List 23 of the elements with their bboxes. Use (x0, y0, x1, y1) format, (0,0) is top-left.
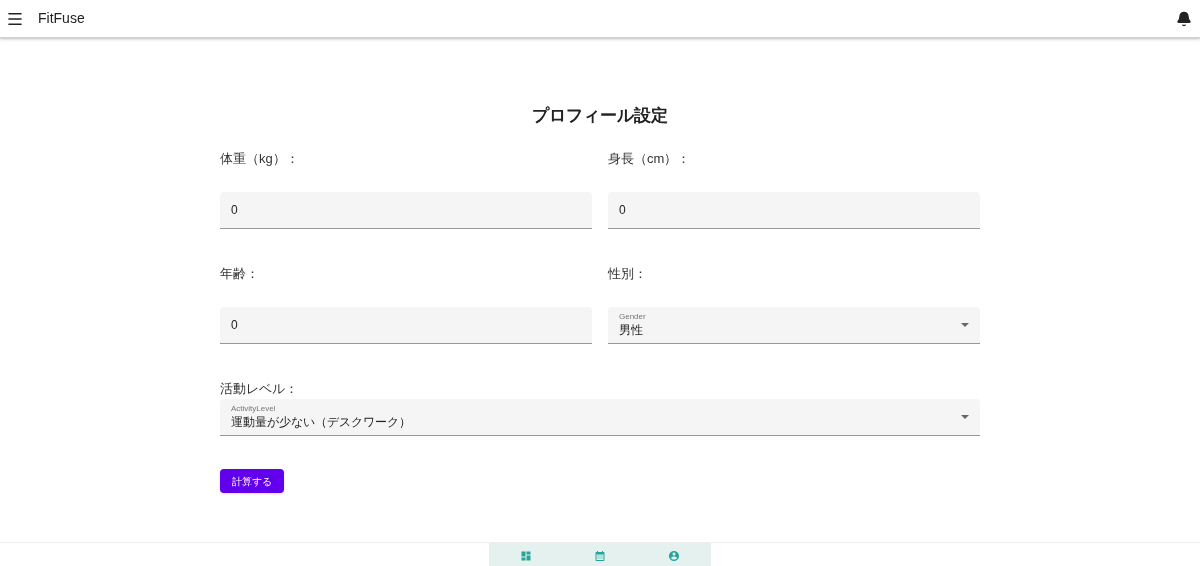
select-field[interactable]: Gender 男性 (608, 306, 980, 344)
field-label: 性別： (608, 265, 648, 283)
page-title: プロフィール設定 (532, 105, 668, 127)
field-label: 身長（cm）： (608, 150, 692, 168)
select-label: ActivityLevel (231, 403, 277, 414)
select-field[interactable]: ActivityLevel 運動量が少ない（デスクワーク） (220, 398, 980, 436)
dropdown-caret-icon (961, 414, 969, 419)
calendar-icon[interactable] (594, 550, 606, 562)
select-value: 運動量が少ない（デスクワーク） (231, 413, 411, 430)
select-value: 男性 (619, 321, 644, 338)
account-icon[interactable] (668, 550, 680, 562)
input-field[interactable]: 0 (608, 191, 980, 229)
input-field[interactable]: 0 (220, 191, 592, 229)
dashboard-icon[interactable] (520, 550, 532, 562)
dropdown-caret-icon (961, 322, 969, 327)
notification-bell-icon[interactable] (1176, 10, 1192, 27)
calculate-button[interactable]: 計算する (220, 469, 284, 493)
select-label: Gender (619, 311, 646, 322)
app-title: FitFuse (38, 9, 85, 28)
field-label: 活動レベル： (220, 380, 299, 397)
input-field[interactable]: 0 (220, 306, 592, 344)
field-label: 体重（kg）： (220, 150, 300, 168)
field-label: 年齢： (220, 265, 260, 283)
